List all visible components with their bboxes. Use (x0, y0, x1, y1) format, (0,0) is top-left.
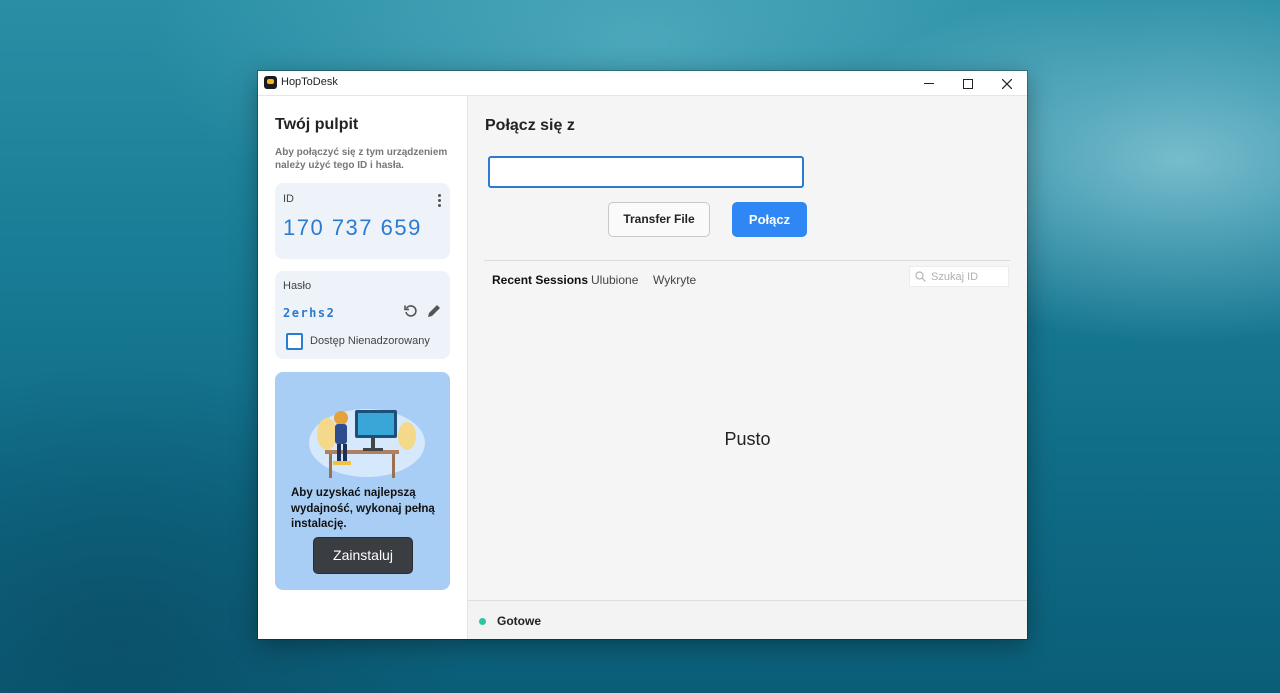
id-value: 170 737 659 (283, 215, 422, 240)
tab-discovered[interactable]: Wykryte (653, 273, 696, 287)
status-bar: Gotowe (468, 600, 1027, 639)
id-label: ID (283, 193, 294, 205)
title-bar[interactable]: HopToDesk (258, 71, 1027, 96)
connect-title: Połącz się z (485, 117, 575, 134)
password-label: Hasło (283, 280, 312, 292)
transfer-file-button[interactable]: Transfer File (608, 202, 710, 237)
install-button[interactable]: Zainstaluj (313, 537, 413, 574)
edit-icon[interactable] (426, 303, 442, 319)
close-icon (1001, 78, 1013, 89)
window-title: HopToDesk (281, 76, 338, 88)
minimize-icon (924, 83, 934, 85)
password-value: 2erhs2 (283, 306, 336, 320)
minimize-button[interactable] (909, 71, 949, 95)
maximize-button[interactable] (948, 71, 988, 95)
remote-id-input[interactable] (488, 156, 804, 188)
id-card: ID 170 737 659 (275, 183, 450, 259)
app-window: HopToDesk Twój pulpit Aby połączyć się z… (258, 71, 1027, 639)
promo-text: Aby uzyskać najlepszą wydajność, wykonaj… (291, 487, 435, 530)
empty-sessions-label: Pusto (724, 429, 771, 449)
main-panel: Połącz się z Transfer File Połącz Recent… (468, 96, 1027, 639)
search-placeholder: Szukaj ID (931, 271, 979, 283)
search-icon (915, 271, 926, 282)
connect-button[interactable]: Połącz (732, 202, 807, 237)
search-id-field[interactable]: Szukaj ID (909, 266, 1009, 287)
sidebar: Twój pulpit Aby połączyć się z tym urząd… (258, 96, 468, 639)
status-indicator-icon (479, 618, 486, 625)
maximize-icon (963, 78, 973, 89)
unattended-access-checkbox[interactable] (286, 333, 303, 350)
sidebar-title: Twój pulpit (275, 116, 359, 133)
more-options-icon[interactable] (438, 192, 441, 209)
close-button[interactable] (987, 71, 1027, 95)
password-card: Hasło 2erhs2 Dostęp Nienadzorowany (275, 271, 450, 359)
status-text: Gotowe (497, 614, 541, 628)
sidebar-description: Aby połączyć się z tym urządzeniem należ… (275, 147, 448, 171)
tab-recent-sessions[interactable]: Recent Sessions (492, 273, 588, 287)
tab-favorites[interactable]: Ulubione (591, 273, 638, 287)
refresh-icon[interactable] (403, 303, 419, 319)
app-logo-icon (264, 76, 277, 89)
install-illustration (309, 409, 425, 478)
install-promo: Aby uzyskać najlepszą wydajność, wykonaj… (275, 372, 450, 590)
divider (484, 260, 1010, 261)
unattended-access-label: Dostęp Nienadzorowany (310, 335, 430, 347)
